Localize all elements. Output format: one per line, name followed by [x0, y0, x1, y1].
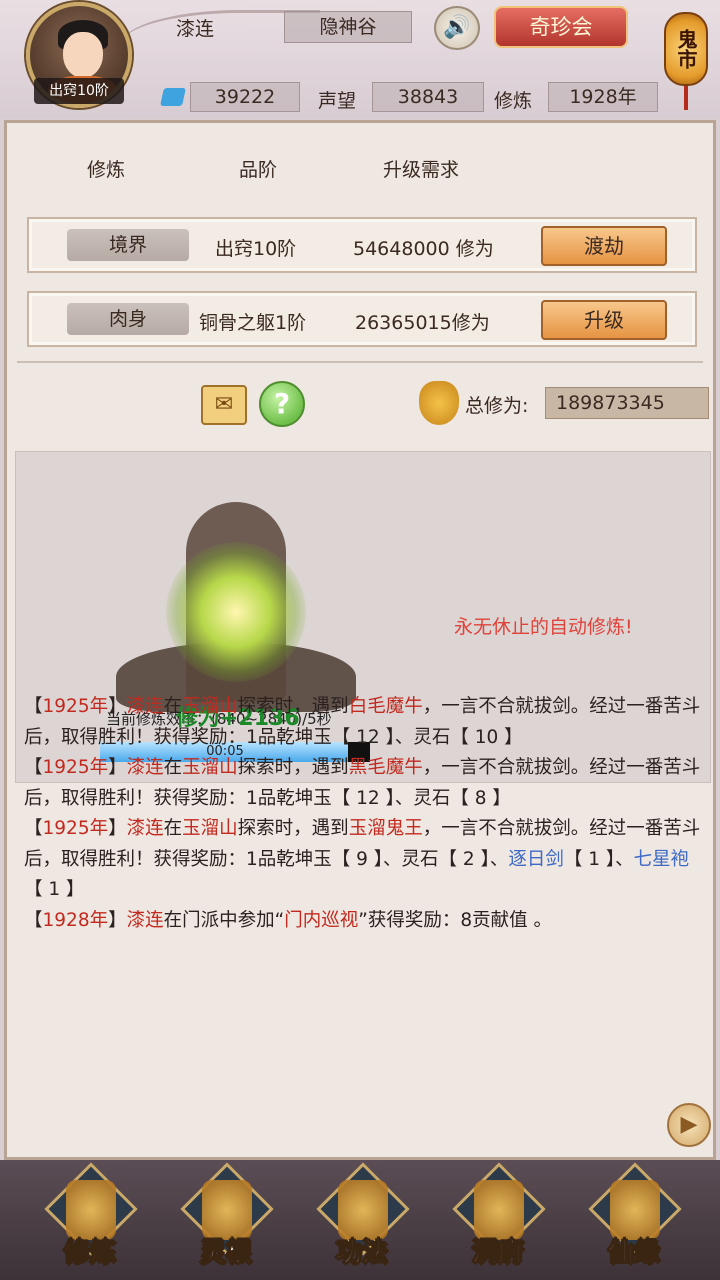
upgrade-button[interactable]: 升级 — [541, 300, 667, 340]
realm-requirement: 54648000 修为 — [353, 238, 494, 260]
log-text: 探索时，遇到 — [237, 696, 349, 717]
tribulation-button[interactable]: 渡劫 — [541, 226, 667, 266]
column-header-grade: 品阶 — [239, 159, 278, 181]
log-text: 1925年 — [42, 818, 109, 839]
speaker-icon[interactable]: 🔊 — [434, 6, 480, 50]
divider — [17, 361, 703, 363]
spirit-stone-count: 39222 — [190, 82, 300, 112]
total-cultivation-value: 189873345 — [545, 387, 709, 419]
log-text: 【 1 】、 — [563, 848, 634, 870]
nav-label: 灵根 — [199, 1238, 252, 1269]
ghost-market-button[interactable]: 鬼市 — [660, 2, 712, 110]
log-text: 】 — [108, 757, 127, 778]
nav-technique[interactable]: 功法 — [312, 1162, 412, 1274]
nav-cultivation[interactable]: 修炼 — [40, 1162, 140, 1274]
log-entry: 【1925年】漆连在玉溜山探索时，遇到玉溜鬼王，一言不合就拔剑。经过一番苦斗后，… — [24, 814, 704, 906]
technique-book-icon — [338, 1180, 388, 1240]
treasure-fair-button[interactable]: 奇珍会 — [494, 6, 628, 48]
money-bag-icon — [419, 381, 459, 425]
item-link[interactable]: 七星袍 — [634, 849, 690, 870]
log-text: 漆连 — [126, 909, 164, 931]
log-text: 在门派中参加“ — [163, 909, 285, 931]
reputation-value: 38843 — [372, 82, 484, 112]
log-text: 1928年 — [42, 909, 109, 931]
total-cultivation-label: 总修为: — [465, 395, 529, 417]
main-panel: 修炼 品阶 升级需求 境界 出窍10阶 54648000 修为 渡劫 肉身 铜骨… — [4, 120, 716, 1160]
player-name: 漆连 — [176, 18, 215, 40]
log-entry: 【1925年】漆连在玉溜山探索时，遇到黑毛魔牛，一言不合就拔剑。经过一番苦斗后，… — [24, 753, 704, 814]
log-text: 【 — [24, 909, 43, 931]
log-text: 漆连 — [126, 818, 164, 839]
body-tag: 肉身 — [67, 303, 189, 335]
log-text: 白毛魔牛 — [348, 696, 423, 717]
log-text: 在 — [163, 757, 183, 778]
cultivation-year-label: 修炼 — [494, 90, 533, 112]
log-text: ”获得奖励：8贡献值 。 — [358, 909, 552, 931]
cultivation-icon — [66, 1180, 116, 1240]
log-entry: 【1928年】漆连在门派中参加“门内巡视”获得奖励：8贡献值 。 — [24, 906, 704, 937]
reputation-label: 声望 — [318, 90, 357, 112]
realm-grade: 出窍10阶 — [215, 238, 297, 260]
log-text: 玉溜鬼王 — [348, 818, 423, 839]
log-text: 【 — [24, 818, 43, 839]
log-text: 在 — [163, 818, 183, 839]
realm-tag: 境界 — [67, 229, 189, 261]
item-link[interactable]: 逐日剑 — [508, 849, 564, 870]
spirit-root-icon — [202, 1180, 252, 1240]
log-text: 门内巡视 — [284, 909, 359, 931]
log-text: 】 — [108, 909, 127, 931]
body-requirement: 26365015修为 — [355, 312, 490, 334]
help-icon[interactable]: ? — [259, 381, 305, 427]
bottom-navigation: 修炼 灵根 功法 洞府 仙缘 — [0, 1160, 720, 1280]
log-text: 玉溜山 — [182, 696, 238, 717]
log-text: 漆连 — [126, 757, 164, 778]
top-header: 出窍10阶 漆连 隐神谷 🔊 奇珍会 鬼市 39222 声望 38843 修炼 … — [0, 0, 720, 118]
column-header-cultivation: 修炼 — [87, 159, 126, 181]
log-text: 1925年 — [42, 757, 109, 778]
log-text: 1925年 — [42, 696, 109, 717]
body-row: 肉身 铜骨之躯1阶 26365015修为 升级 — [27, 291, 697, 347]
nav-label: 修炼 — [63, 1238, 116, 1269]
log-entry: 【1925年】漆连在玉溜山探索时，遇到白毛魔牛，一言不合就拔剑。经过一番苦斗后，… — [24, 692, 704, 753]
lantern-tassel — [684, 86, 688, 110]
meditating-figure — [96, 472, 376, 712]
log-text: 黑毛魔牛 — [348, 757, 423, 778]
column-header-requirement: 升级需求 — [383, 159, 460, 181]
log-text: 探索时，遇到 — [237, 757, 349, 778]
nav-label: 仙缘 — [607, 1238, 660, 1269]
log-text: 】 — [108, 696, 127, 717]
log-text: 玉溜山 — [182, 818, 238, 839]
mail-icon[interactable]: ✉ — [201, 385, 247, 425]
gourd-icon — [610, 1180, 660, 1240]
nav-label: 功法 — [335, 1238, 388, 1269]
spirit-stone-icon — [160, 88, 186, 106]
log-text: 在 — [163, 696, 183, 717]
event-log: 【1925年】漆连在玉溜山探索时，遇到白毛魔牛，一言不合就拔剑。经过一番苦斗后，… — [24, 692, 704, 936]
realm-row: 境界 出窍10阶 54648000 修为 渡劫 — [27, 217, 697, 273]
nav-spirit-root[interactable]: 灵根 — [176, 1162, 276, 1274]
auto-cultivation-text: 永无休止的自动修炼! — [454, 616, 633, 638]
log-text: 【 1 】 — [24, 879, 85, 900]
nav-label: 洞府 — [471, 1238, 524, 1269]
rank-badge: 出窍10阶 — [34, 78, 124, 104]
log-text: 【 — [24, 757, 43, 778]
current-year: 1928年 — [548, 82, 658, 112]
log-text: 漆连 — [126, 696, 164, 717]
energy-glow — [166, 542, 306, 682]
lantern-icon: 鬼市 — [664, 12, 708, 86]
body-grade: 铜骨之躯1阶 — [199, 312, 307, 334]
nav-fate[interactable]: 仙缘 — [584, 1162, 684, 1274]
log-text: 玉溜山 — [182, 757, 238, 778]
cave-dwelling-icon — [474, 1180, 524, 1240]
log-text: 探索时，遇到 — [237, 818, 349, 839]
avatar-face — [63, 32, 103, 78]
log-text: 】 — [108, 818, 127, 839]
nav-cave[interactable]: 洞府 — [448, 1162, 548, 1274]
next-arrow-button[interactable]: ▶ — [667, 1103, 711, 1147]
log-text: 【 — [24, 696, 43, 717]
sect-name: 隐神谷 — [284, 11, 412, 43]
